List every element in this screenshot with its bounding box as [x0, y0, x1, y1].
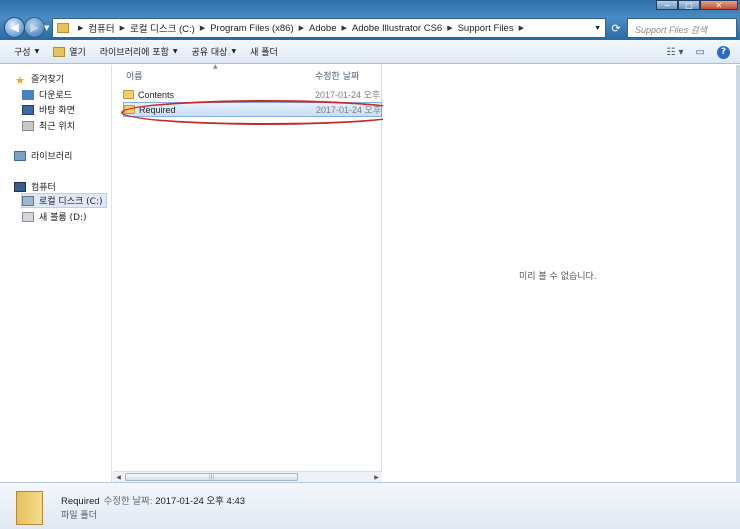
details-date-label: 수정한 날짜: [103, 496, 153, 507]
sidebar-item-label: 즐겨찾기 [31, 75, 65, 85]
chevron-right-icon[interactable]: ▶ [200, 24, 205, 32]
drive-icon [22, 211, 34, 222]
maximize-button[interactable]: □ [678, 0, 700, 10]
column-header-name[interactable]: 이름 [126, 69, 143, 82]
open-label: 열기 [69, 48, 86, 58]
details-date-value: 2017-01-24 오후 4:43 [155, 496, 246, 507]
refresh-icon: ⟳ [611, 21, 621, 35]
breadcrumb-support-files[interactable]: Support Files [458, 23, 514, 34]
breadcrumb-local-disk[interactable]: 로컬 디스크 (C:) [130, 21, 195, 35]
forward-button[interactable]: ▶ [24, 17, 45, 38]
chevron-right-icon[interactable]: ▶ [78, 24, 83, 32]
sidebar-item-label: 로컬 디스크 (C:) [39, 197, 103, 207]
sidebar-item-local-disk[interactable]: 로컬 디스크 (C:) [21, 193, 108, 208]
sidebar-item-label: 컴퓨터 [31, 183, 56, 193]
sort-arrow-icon: ▲ [213, 63, 218, 70]
folder-icon [16, 491, 43, 525]
file-date: 2017-01-24 오후 [315, 90, 381, 100]
column-header-date[interactable]: 수정한 날짜 [315, 69, 359, 82]
sidebar-item-label: 최근 위치 [39, 122, 75, 132]
folder-icon [123, 90, 134, 99]
chevron-right-icon[interactable]: ▶ [120, 24, 125, 32]
file-name: Contents [138, 89, 175, 100]
sidebar-item-downloads[interactable]: 다운로드 [22, 88, 72, 101]
breadcrumb-computer[interactable]: 컴퓨터 [88, 21, 114, 35]
back-button[interactable]: ◀ [4, 17, 25, 38]
breadcrumb-adobe[interactable]: Adobe [309, 23, 336, 34]
chevron-right-icon[interactable]: ▶ [342, 24, 347, 32]
window-edge [736, 65, 740, 482]
new-folder-label: 새 폴더 [250, 48, 278, 58]
sidebar-item-label: 새 볼륨 (D:) [39, 213, 87, 223]
breadcrumb-illustrator[interactable]: Adobe Illustrator CS6 [352, 23, 442, 34]
breadcrumb-program-files[interactable]: Program Files (x86) [210, 23, 293, 34]
navigation-pane: ★ 즐겨찾기 다운로드 바탕 화면 최근 위치 라이브러리 컴퓨터 로컬 디스크 … [0, 65, 112, 482]
horizontal-scrollbar[interactable]: ◀ ||| ▶ [113, 471, 382, 482]
close-button[interactable]: ✕ [700, 0, 738, 10]
organize-label: 구성 [14, 48, 31, 58]
scroll-thumb[interactable]: ||| [125, 473, 298, 481]
chevron-right-icon[interactable]: ▶ [519, 24, 524, 32]
folder-icon [57, 23, 69, 33]
preview-pane: 미리 볼 수 없습니다. [383, 65, 740, 482]
chevron-right-icon[interactable]: ▶ [447, 24, 452, 32]
details-name: Required [61, 496, 100, 507]
refresh-button[interactable]: ⟳ [607, 19, 625, 37]
include-library-label: 라이브러리에 포함 [99, 48, 169, 58]
share-button[interactable]: 공유 대상 ▼ [191, 45, 236, 58]
chevron-down-icon: ▼ [172, 48, 178, 55]
sidebar-item-desktop[interactable]: 바탕 화면 [22, 103, 75, 116]
details-title: Required 수정한 날짜: 2017-01-24 오후 4:43 [61, 493, 245, 507]
open-button[interactable]: 열기 [53, 45, 86, 58]
back-arrow-icon: ◀ [10, 21, 19, 34]
open-folder-icon [53, 46, 66, 57]
sidebar-item-label: 다운로드 [39, 91, 73, 101]
search-input[interactable]: Support Files 검색 [627, 18, 737, 38]
preview-message: 미리 볼 수 없습니다. [519, 272, 597, 282]
command-toolbar: 구성 ▼ 열기 라이브러리에 포함 ▼ 공유 대상 ▼ 새 폴더 ☷ ▾ ▭ ? [0, 40, 740, 64]
file-list: ▲ 이름 수정한 날짜 Contents 2017-01-24 오후 Requi… [113, 63, 411, 482]
sidebar-item-favorites[interactable]: ★ 즐겨찾기 [14, 72, 65, 87]
forward-arrow-icon: ▶ [30, 21, 39, 34]
sidebar-item-computer[interactable]: 컴퓨터 [14, 180, 56, 193]
sidebar-item-libraries[interactable]: 라이브러리 [14, 149, 72, 162]
minimize-button[interactable]: − [656, 0, 678, 10]
scroll-right-icon[interactable]: ▶ [371, 472, 382, 482]
include-library-button[interactable]: 라이브러리에 포함 ▼ [100, 45, 178, 58]
help-icon[interactable]: ? [717, 45, 730, 59]
sidebar-item-label: 바탕 화면 [39, 106, 75, 116]
desktop-icon [22, 104, 34, 115]
hard-drive-icon [22, 195, 34, 206]
details-type: 파일 폴더 [61, 511, 97, 521]
sidebar-item-label: 라이브러리 [31, 152, 73, 162]
view-options-icon[interactable]: ☷ ▾ [666, 47, 683, 58]
chevron-down-icon: ▼ [34, 48, 40, 55]
view-controls: ☷ ▾ ▭ ? [666, 40, 740, 64]
downloads-icon [22, 89, 34, 100]
recent-pages-dropdown-icon[interactable]: ▼ [44, 24, 49, 32]
sidebar-item-new-volume[interactable]: 새 볼륨 (D:) [22, 210, 87, 223]
libraries-icon [14, 150, 26, 161]
new-folder-button[interactable]: 새 폴더 [250, 45, 278, 58]
window-controls: − □ ✕ [656, 0, 738, 10]
organize-button[interactable]: 구성 ▼ [14, 45, 39, 58]
preview-pane-icon[interactable]: ▭ [696, 47, 705, 58]
recent-places-icon [22, 120, 34, 131]
details-pane: Required 수정한 날짜: 2017-01-24 오후 4:43 파일 폴더 [0, 482, 740, 529]
address-dropdown-icon[interactable]: ▼ [594, 25, 601, 32]
chevron-right-icon[interactable]: ▶ [299, 24, 304, 32]
computer-icon [14, 181, 26, 192]
share-label: 공유 대상 [191, 48, 228, 58]
star-icon: ★ [15, 73, 25, 87]
address-bar[interactable]: ▶ 컴퓨터 ▶ 로컬 디스크 (C:) ▶ Program Files (x86) ▶… [52, 18, 606, 38]
chevron-down-icon: ▼ [231, 48, 237, 55]
highlight-annotation [121, 100, 411, 125]
title-bar: − □ ✕ ◀ ▶ ▼ ▶ 컴퓨터 ▶ 로컬 디스크 (C:) ▶ Program F… [0, 0, 740, 40]
scroll-left-icon[interactable]: ◀ [113, 472, 124, 482]
sidebar-item-recent[interactable]: 최근 위치 [22, 119, 75, 132]
